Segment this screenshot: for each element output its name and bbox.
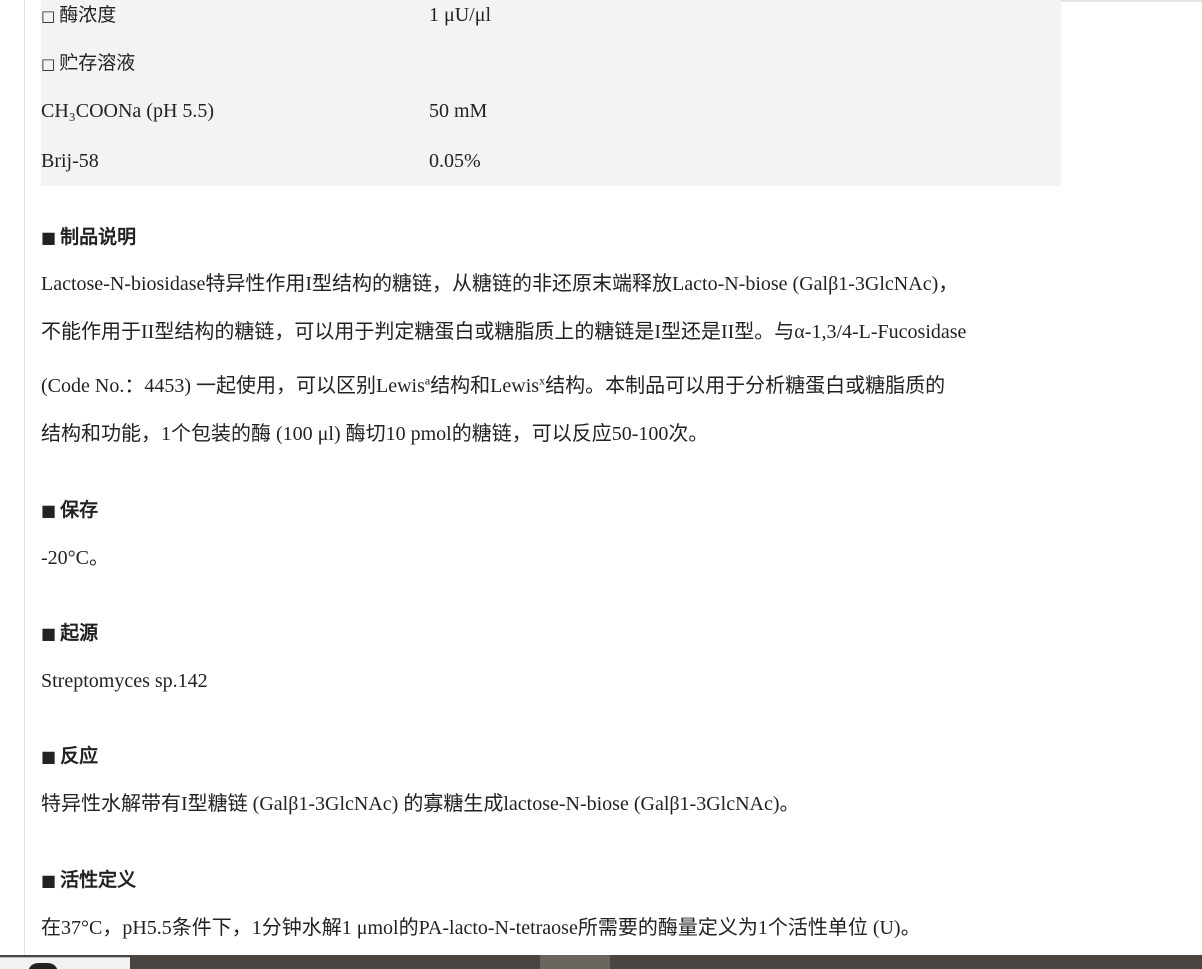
section-heading: ■ 反应 xyxy=(41,745,99,767)
taskbar-app-button[interactable] xyxy=(0,957,130,969)
spec-row-storage-solution: □ 贮存溶液 xyxy=(41,48,1061,78)
spec-table: □ 酶浓度 1 μU/μl □ 贮存溶液 CH₃COONa (pH 5.5) 50 … xyxy=(41,0,1061,186)
spec-row-concentration: □ 酶浓度 1 μU/μl xyxy=(41,0,1061,30)
spec-label: CH₃COONa (pH 5.5) xyxy=(41,100,215,122)
taskbar-app-button[interactable] xyxy=(540,955,610,969)
square-bullet-icon: ■ xyxy=(41,228,57,247)
spec-label: 酶浓度 xyxy=(59,4,117,26)
description-line: 结构和功能，1个包装的酶 (100 μl) 酶切10 pmol的糖链，可以反应5… xyxy=(41,423,709,445)
square-bullet-icon: ■ xyxy=(41,501,57,520)
spec-value: 0.05% xyxy=(429,150,481,172)
description-line: 不能作用于II型结构的糖链，可以用于判定糖蛋白或糖脂质上的糖链是I型还是II型。… xyxy=(41,321,967,343)
section-heading: ■ 保存 xyxy=(41,499,99,521)
activity-text: 在37°C，pH5.5条件下，1分钟水解1 μmol的PA-lacto-N-te… xyxy=(41,917,921,939)
section-description: ■ 制品说明 Lactose-N-biosidase特异性作用I型结构的糖链，从糖… xyxy=(41,222,1071,458)
app-icon xyxy=(28,963,58,969)
square-bullet-icon: ■ xyxy=(41,871,57,890)
description-line: Lactose-N-biosidase特异性作用I型结构的糖链，从糖链的非还原末… xyxy=(41,273,959,295)
section-heading: ■ 起源 xyxy=(41,622,99,644)
checkbox-icon: □ xyxy=(41,7,56,25)
section-heading: ■ 制品说明 xyxy=(41,226,137,248)
section-heading: ■ 活性定义 xyxy=(41,869,137,891)
spec-value: 1 μU/μl xyxy=(429,4,492,26)
storage-text: -20°C。 xyxy=(41,547,109,569)
spec-row-buffer: CH₃COONa (pH 5.5) 50 mM xyxy=(41,96,1061,126)
section-reaction: ■ 反应 特异性水解带有I型糖链 (Galβ1-3GlcNAc) 的寡糖生成lac… xyxy=(41,741,1071,819)
description-text: Lactose-N-biosidase特异性作用I型结构的糖链，从糖链的非还原末… xyxy=(41,260,1071,458)
taskbar xyxy=(0,955,1202,969)
spec-row-detergent: Brij-58 0.05% xyxy=(41,146,1061,176)
checkbox-icon: □ xyxy=(41,55,56,73)
square-bullet-icon: ■ xyxy=(41,624,57,643)
reaction-text: 特异性水解带有I型糖链 (Galβ1-3GlcNAc) 的寡糖生成lactose… xyxy=(41,793,800,815)
section-storage: ■ 保存 -20°C。 xyxy=(41,495,1071,573)
left-border xyxy=(24,0,25,955)
description-line: (Code No.：4453) 一起使用，可以区别Lewisa结构和Lewisx… xyxy=(41,373,946,397)
top-edge xyxy=(1060,0,1202,2)
section-origin: ■ 起源 Streptomyces sp.142 xyxy=(41,618,1071,696)
origin-text: Streptomyces sp.142 xyxy=(41,670,208,692)
spec-label: Brij-58 xyxy=(41,150,99,172)
section-activity: ■ 活性定义 在37°C，pH5.5条件下，1分钟水解1 μmol的PA-lact… xyxy=(41,865,1071,943)
spec-label: 贮存溶液 xyxy=(59,52,136,74)
spec-value: 50 mM xyxy=(429,100,488,122)
square-bullet-icon: ■ xyxy=(41,747,57,766)
